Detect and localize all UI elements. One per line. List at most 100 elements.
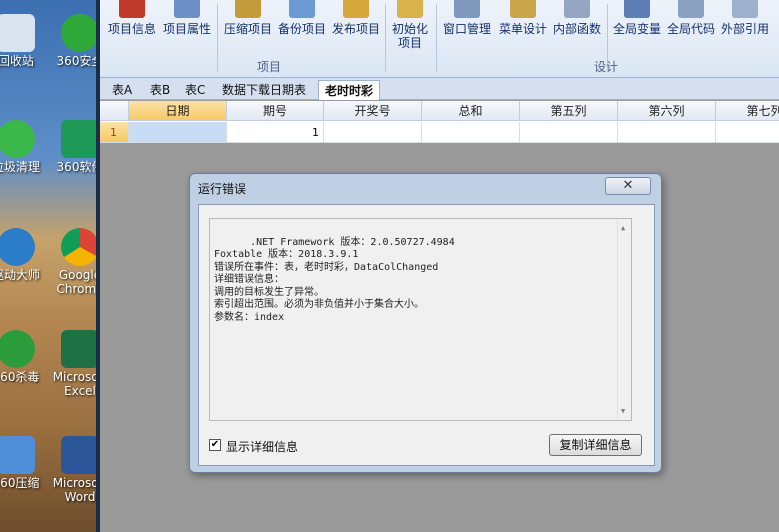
button-label: 发布项目 [331,22,380,36]
column-header-draw-number[interactable]: 开奖号 [324,101,422,121]
desktop-icon-label: 驱动大师 [0,268,40,282]
button-label: 压缩项目 [223,22,272,36]
desktop-icon-360-software[interactable]: 360软件 [50,120,100,174]
desktop-icon-360-zip[interactable]: 360压缩 [0,436,46,490]
compress-project-button[interactable]: 压缩项目 [221,0,275,56]
error-dialog: 运行错误 ✕ .NET Framework 版本：2.0.50727.4984 … [189,173,662,473]
project-info-button[interactable]: 项目信息 [106,0,158,56]
error-message-box[interactable]: .NET Framework 版本：2.0.50727.4984 Foxtabl… [209,218,632,421]
project-props-button[interactable]: 项目属性 [160,0,214,56]
copy-details-button[interactable]: 复制详细信息 [549,434,642,456]
360-software-icon [61,120,99,158]
column-header-col7[interactable]: 第七列 [716,101,779,121]
desktop-icon-recycle-bin[interactable]: 回收站 [0,14,46,68]
column-header-sum[interactable]: 总和 [422,101,520,121]
desktop-icon-cleaner[interactable]: 垃圾清理 [0,120,46,174]
group-label-project: 项目 [257,60,282,74]
desktop-icon-label: 360压缩 [0,476,40,490]
grid-cell-col7[interactable] [716,122,779,143]
button-label: 项目属性 [162,22,211,36]
external-ref-icon [732,0,758,18]
menu-design-button[interactable]: 菜单设计 [496,0,550,56]
grid-cell-col6[interactable] [618,122,716,143]
button-label: 全局变量 [612,22,661,36]
ribbon-separator [217,4,218,72]
dialog-body: .NET Framework 版本：2.0.50727.4984 Foxtabl… [198,204,655,466]
360-security-icon [61,14,99,52]
word-icon [61,436,99,474]
desktop-icon-360-security[interactable]: 360安全 [50,14,100,68]
show-details-label[interactable]: 显示详细信息 [226,438,298,455]
close-icon: ✕ [622,178,634,193]
tab-table-a[interactable]: 表A [106,80,138,100]
table-tabs: 表A 表B 表C 数据下载日期表 老时时彩 [100,78,779,100]
desktop-icon-label: 回收站 [0,54,34,68]
recycle-bin-icon [0,14,35,52]
grid-cell-sum[interactable] [422,122,520,143]
init-icon [397,0,423,18]
row-number[interactable]: 1 [100,122,129,143]
archive-icon [0,436,35,474]
chrome-icon [61,228,99,266]
button-label: 初始化 [391,22,428,36]
corner-header[interactable] [100,101,129,121]
button-label: 外部引用 [720,22,769,36]
grid-cell-issue[interactable]: 1 [227,122,324,143]
init-project-button[interactable]: 初始化 项目 [387,0,433,56]
desktop-strip: 回收站 360安全 垃圾清理 360软件 驱动大师 Google Chrome … [0,0,100,532]
scroll-down-arrow-icon[interactable]: ▼ [621,405,625,418]
message-scrollbar[interactable]: ▲ ▼ [617,219,631,420]
gear-icon [0,228,35,266]
desktop-icon-360-antivirus[interactable]: 360杀毒 [0,330,46,384]
lightning-shield-icon [0,330,35,368]
button-label: 备份项目 [277,22,326,36]
desktop-icon-label: 360安全 [56,54,100,68]
button-label: 项目信息 [107,22,156,36]
global-vars-icon [624,0,650,18]
function-icon [564,0,590,18]
column-header-col5[interactable]: 第五列 [520,101,618,121]
menu-design-icon [510,0,536,18]
publish-icon [343,0,369,18]
close-button[interactable]: ✕ [605,177,651,195]
column-header-col6[interactable]: 第六列 [618,101,716,121]
external-ref-button[interactable]: 外部引用 [718,0,772,56]
desktop-icon-word[interactable]: Microsoft Word [50,436,100,504]
internal-func-button[interactable]: 内部函数 [550,0,604,56]
desktop-icon-label: 360杀毒 [0,370,40,384]
excel-icon [61,330,99,368]
scroll-up-arrow-icon[interactable]: ▲ [621,222,625,235]
global-code-button[interactable]: 全局代码 [664,0,718,56]
show-details-checkbox[interactable]: ✔ [209,439,221,451]
button-label: 窗口管理 [442,22,491,36]
column-header-issue[interactable]: 期号 [227,101,324,121]
publish-project-button[interactable]: 发布项目 [329,0,383,56]
tab-download-dates[interactable]: 数据下载日期表 [216,80,312,100]
desktop-icon-driver[interactable]: 驱动大师 [0,228,46,282]
group-label-design: 设计 [594,60,619,74]
desktop-icon-label: Google Chrome [56,268,100,296]
column-header-date[interactable]: 日期 [129,101,227,121]
grid-cell-draw-number[interactable] [324,122,422,143]
backup-project-button[interactable]: 备份项目 [275,0,329,56]
desktop-icon-chrome[interactable]: Google Chrome [50,228,100,296]
compress-icon [235,0,261,18]
tab-lao-shishicai[interactable]: 老时时彩 [318,80,381,100]
window-mgmt-button[interactable]: 窗口管理 [440,0,494,56]
properties-icon [174,0,200,18]
global-code-icon [678,0,704,18]
global-vars-button[interactable]: 全局变量 [610,0,664,56]
button-label: 内部函数 [552,22,601,36]
tab-table-b[interactable]: 表B [144,80,176,100]
window-icon [454,0,480,18]
button-label: 项目 [397,36,422,50]
grid-cell-date[interactable] [129,122,227,143]
data-grid: 日期 期号 开奖号 总和 第五列 第六列 第七列 1 1 [100,101,779,143]
desktop-icon-excel[interactable]: Microsoft Excel [50,330,100,398]
ribbon-separator [436,4,437,72]
project-info-icon [119,0,145,18]
grid-cell-col5[interactable] [520,122,618,143]
desktop-icon-label: 360软件 [56,160,100,174]
tab-table-c[interactable]: 表C [179,80,211,100]
ribbon: 项目信息 项目属性 压缩项目 备份项目 发布项目 初始化 项目 项目 窗口管理 … [100,0,779,78]
